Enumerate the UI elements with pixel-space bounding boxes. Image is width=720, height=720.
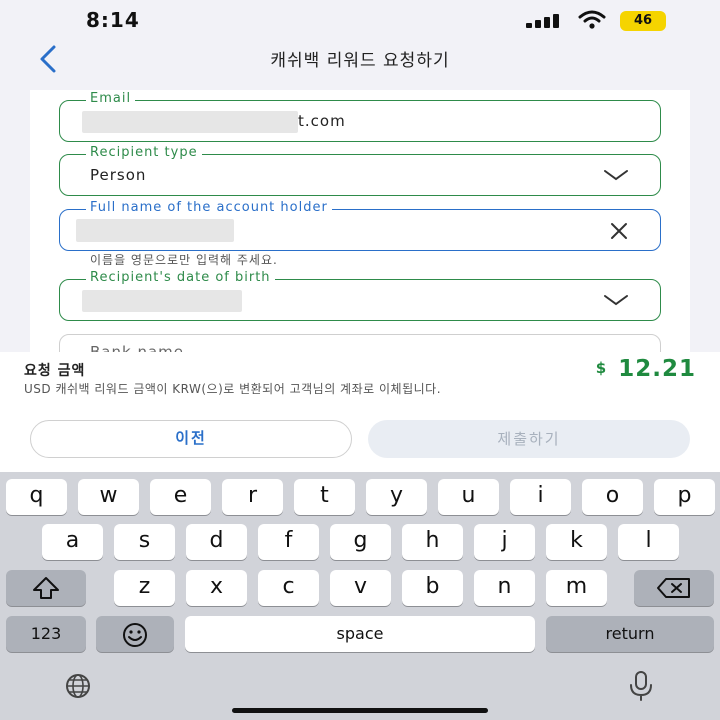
key-x[interactable]: x xyxy=(186,570,247,606)
key-d[interactable]: d xyxy=(186,524,247,560)
backspace-key[interactable] xyxy=(634,570,714,606)
home-indicator xyxy=(232,708,488,713)
status-bar: 8:14 46 xyxy=(0,0,720,42)
key-a[interactable]: a xyxy=(42,524,103,560)
key-u[interactable]: u xyxy=(438,479,499,515)
shift-icon xyxy=(33,577,59,599)
emoji-key[interactable] xyxy=(96,616,174,652)
cellular-signal-icon xyxy=(526,14,562,28)
key-l[interactable]: l xyxy=(618,524,679,560)
submit-button[interactable]: 제출하기 xyxy=(368,420,690,458)
key-n[interactable]: n xyxy=(474,570,535,606)
battery-icon: 46 xyxy=(620,11,666,31)
request-amount-title: 요청 금액 xyxy=(24,363,86,379)
key-p[interactable]: p xyxy=(654,479,715,515)
key-h[interactable]: h xyxy=(402,524,463,560)
redacted-value xyxy=(82,111,298,133)
recipient-type-label: Recipient type xyxy=(86,144,202,162)
page-title: 캐쉬백 리워드 요청하기 xyxy=(270,51,450,71)
keyboard: q w e r t y u i o p a s d f g h j k l z … xyxy=(0,472,720,720)
date-of-birth-label: Recipient's date of birth xyxy=(86,269,275,287)
key-v[interactable]: v xyxy=(330,570,391,606)
key-t[interactable]: t xyxy=(294,479,355,515)
key-y[interactable]: y xyxy=(366,479,427,515)
key-j[interactable]: j xyxy=(474,524,535,560)
amount-value: 12.21 xyxy=(618,356,696,382)
request-summary-sheet: 요청 금액 USD 캐쉬백 리워드 금액이 KRW(으)로 변환되어 고객님의 … xyxy=(0,352,720,472)
key-r[interactable]: r xyxy=(222,479,283,515)
previous-button[interactable]: 이전 xyxy=(30,420,352,458)
full-name-input[interactable]: Full name of the account holder xyxy=(59,199,661,251)
return-key[interactable]: return xyxy=(546,616,714,652)
space-key[interactable]: space xyxy=(185,616,535,652)
key-m[interactable]: m xyxy=(546,570,607,606)
request-amount-description: USD 캐쉬백 리워드 금액이 KRW(으)로 변환되어 고객님의 계좌로 이체… xyxy=(24,382,442,396)
bank-name-select[interactable]: Bank name xyxy=(59,334,661,352)
date-of-birth-select[interactable]: Recipient's date of birth xyxy=(59,269,661,321)
numbers-key[interactable]: 123 xyxy=(6,616,86,652)
chevron-down-icon xyxy=(604,295,628,306)
email-value-suffix: t.com xyxy=(298,112,346,130)
key-z[interactable]: z xyxy=(114,570,175,606)
form-card: Email t.com Recipient type Person Full n… xyxy=(30,90,690,352)
globe-icon[interactable] xyxy=(54,672,102,700)
key-w[interactable]: w xyxy=(78,479,139,515)
chevron-down-icon xyxy=(604,170,628,181)
redacted-value xyxy=(76,219,234,242)
backspace-icon xyxy=(657,578,690,598)
redacted-value xyxy=(82,290,242,312)
key-b[interactable]: b xyxy=(402,570,463,606)
key-q[interactable]: q xyxy=(6,479,67,515)
currency-symbol: $ xyxy=(595,359,607,377)
key-s[interactable]: s xyxy=(114,524,175,560)
recipient-type-select[interactable]: Recipient type Person xyxy=(59,144,661,196)
emoji-icon xyxy=(123,623,147,647)
key-i[interactable]: i xyxy=(510,479,571,515)
key-c[interactable]: c xyxy=(258,570,319,606)
microphone-icon[interactable] xyxy=(626,670,656,702)
key-e[interactable]: e xyxy=(150,479,211,515)
status-time: 8:14 xyxy=(86,8,140,32)
recipient-type-value: Person xyxy=(90,166,147,184)
bank-name-label: Bank name xyxy=(90,343,184,352)
request-amount: $12.21 xyxy=(596,356,696,382)
clear-icon[interactable] xyxy=(608,220,630,242)
key-k[interactable]: k xyxy=(546,524,607,560)
shift-key[interactable] xyxy=(6,570,86,606)
key-g[interactable]: g xyxy=(330,524,391,560)
full-name-label: Full name of the account holder xyxy=(86,199,332,217)
email-label: Email xyxy=(86,90,136,108)
full-name-helper-text: 이름을 영문으로만 입력해 주세요. xyxy=(90,253,278,267)
wifi-icon xyxy=(578,10,606,29)
key-f[interactable]: f xyxy=(258,524,319,560)
email-field[interactable]: Email t.com xyxy=(59,90,661,142)
key-o[interactable]: o xyxy=(582,479,643,515)
